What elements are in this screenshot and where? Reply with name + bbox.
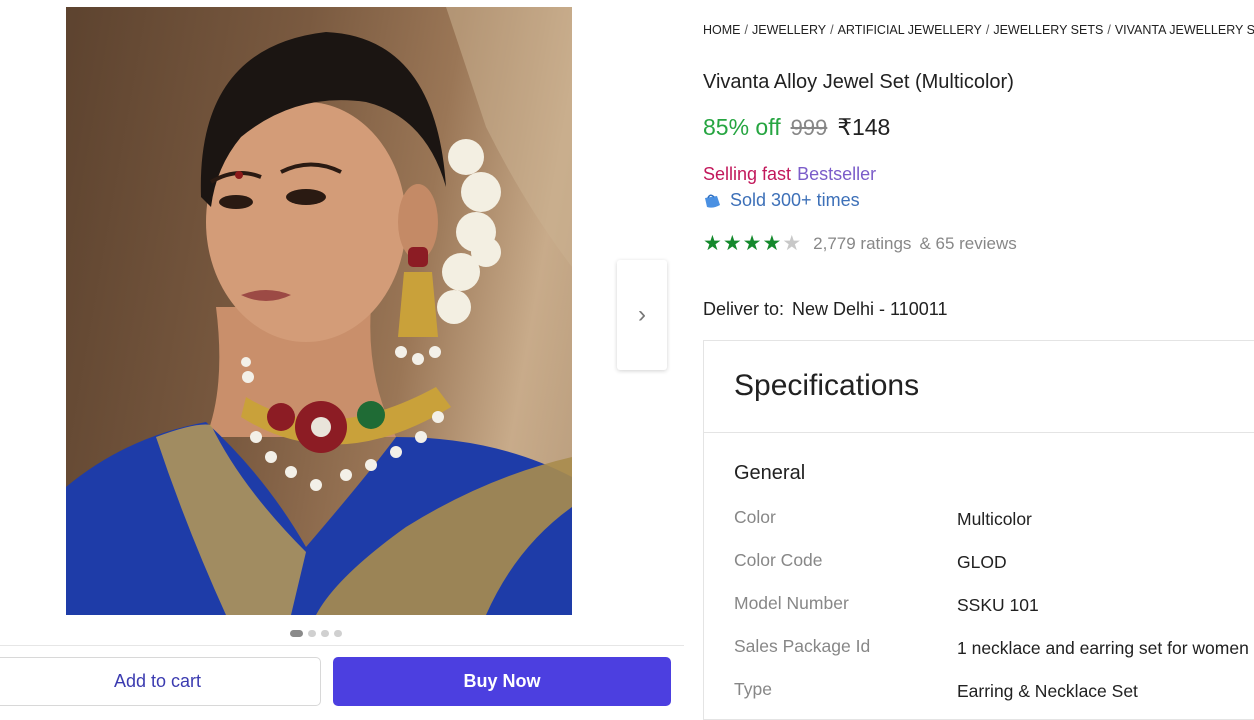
star-filled-icon: ★	[722, 232, 742, 255]
model-photo	[66, 7, 572, 615]
deliver-to-label: Deliver to:	[703, 299, 785, 319]
carousel-dot-2[interactable]	[308, 629, 316, 637]
spec-value: GLOD	[957, 552, 1007, 572]
breadcrumb-artificial-jewellery[interactable]: ARTIFICIAL JEWELLERY	[838, 23, 982, 37]
spec-group-general: General	[734, 462, 806, 484]
specifications-title: Specifications	[734, 369, 920, 402]
specifications-divider	[704, 432, 1254, 433]
selling-fast-tag: Selling fast	[703, 164, 792, 184]
spec-value: Multicolor	[957, 509, 1032, 529]
star-rating: ★ ★ ★ ★ ★	[703, 233, 801, 254]
ratings-count[interactable]: 2,779 ratings	[813, 234, 911, 254]
sold-count-text: Sold 300+ times	[730, 190, 860, 210]
spec-value: SSKU 101	[957, 595, 1039, 615]
spec-key: Model Number	[734, 593, 849, 613]
buy-now-button[interactable]: Buy Now	[333, 657, 671, 706]
carousel-dot-3[interactable]	[321, 629, 329, 637]
delivery-location-value[interactable]: New Delhi - 110011	[792, 299, 947, 319]
spec-key: Color Code	[734, 550, 823, 570]
image-carousel-indicator[interactable]	[290, 629, 342, 637]
product-tags: Selling fast Bestseller	[703, 164, 876, 185]
original-price: 999	[790, 115, 828, 140]
next-image-button[interactable]: ›	[617, 260, 667, 370]
sold-count: Sold 300+ times	[703, 190, 860, 211]
breadcrumb: HOME / JEWELLERY / ARTIFICIAL JEWELLERY / JEWE…	[703, 23, 1254, 37]
rating-row[interactable]: ★ ★ ★ ★ ★ 2,779 ratings & 65 reviews	[703, 233, 1017, 254]
discount-label: 85% off	[703, 114, 781, 140]
breadcrumb-home[interactable]: HOME	[703, 23, 741, 37]
carousel-dot-1[interactable]	[290, 629, 303, 637]
star-filled-icon: ★	[703, 232, 722, 255]
shopping-bag-icon	[705, 194, 720, 208]
add-to-cart-button[interactable]: Add to cart	[0, 657, 321, 706]
breadcrumb-vivanta-jewellery-sets[interactable]: VIVANTA JEWELLERY SETS	[1115, 23, 1254, 37]
spec-key: Type	[734, 679, 772, 699]
delivery-location[interactable]: Deliver to: New Delhi - 110011	[703, 299, 947, 320]
price-row: 85% off 999 ₹148	[703, 114, 890, 141]
selling-price: ₹148	[837, 114, 891, 140]
spec-value: Earring & Necklace Set	[957, 681, 1138, 701]
breadcrumb-jewellery-sets[interactable]: JEWELLERY SETS	[993, 23, 1103, 37]
spec-key: Sales Package Id	[734, 636, 871, 656]
spec-key: Color	[734, 507, 776, 527]
breadcrumb-jewellery[interactable]: JEWELLERY	[752, 23, 826, 37]
product-image[interactable]	[66, 7, 572, 615]
star-filled-icon: ★	[742, 232, 762, 255]
specifications-panel: Specifications General Color Multicolor …	[703, 340, 1254, 720]
reviews-count[interactable]: & 65 reviews	[919, 234, 1016, 254]
product-title: Vivanta Alloy Jewel Set (Multicolor)	[703, 71, 1014, 93]
bestseller-tag: Bestseller	[797, 164, 877, 184]
spec-value: 1 necklace and earring set for women	[957, 638, 1249, 658]
button-bar-divider	[0, 645, 684, 646]
star-empty-icon: ★	[782, 232, 802, 255]
chevron-right-icon: ›	[638, 301, 646, 328]
star-filled-icon: ★	[762, 232, 782, 255]
carousel-dot-4[interactable]	[334, 629, 342, 637]
